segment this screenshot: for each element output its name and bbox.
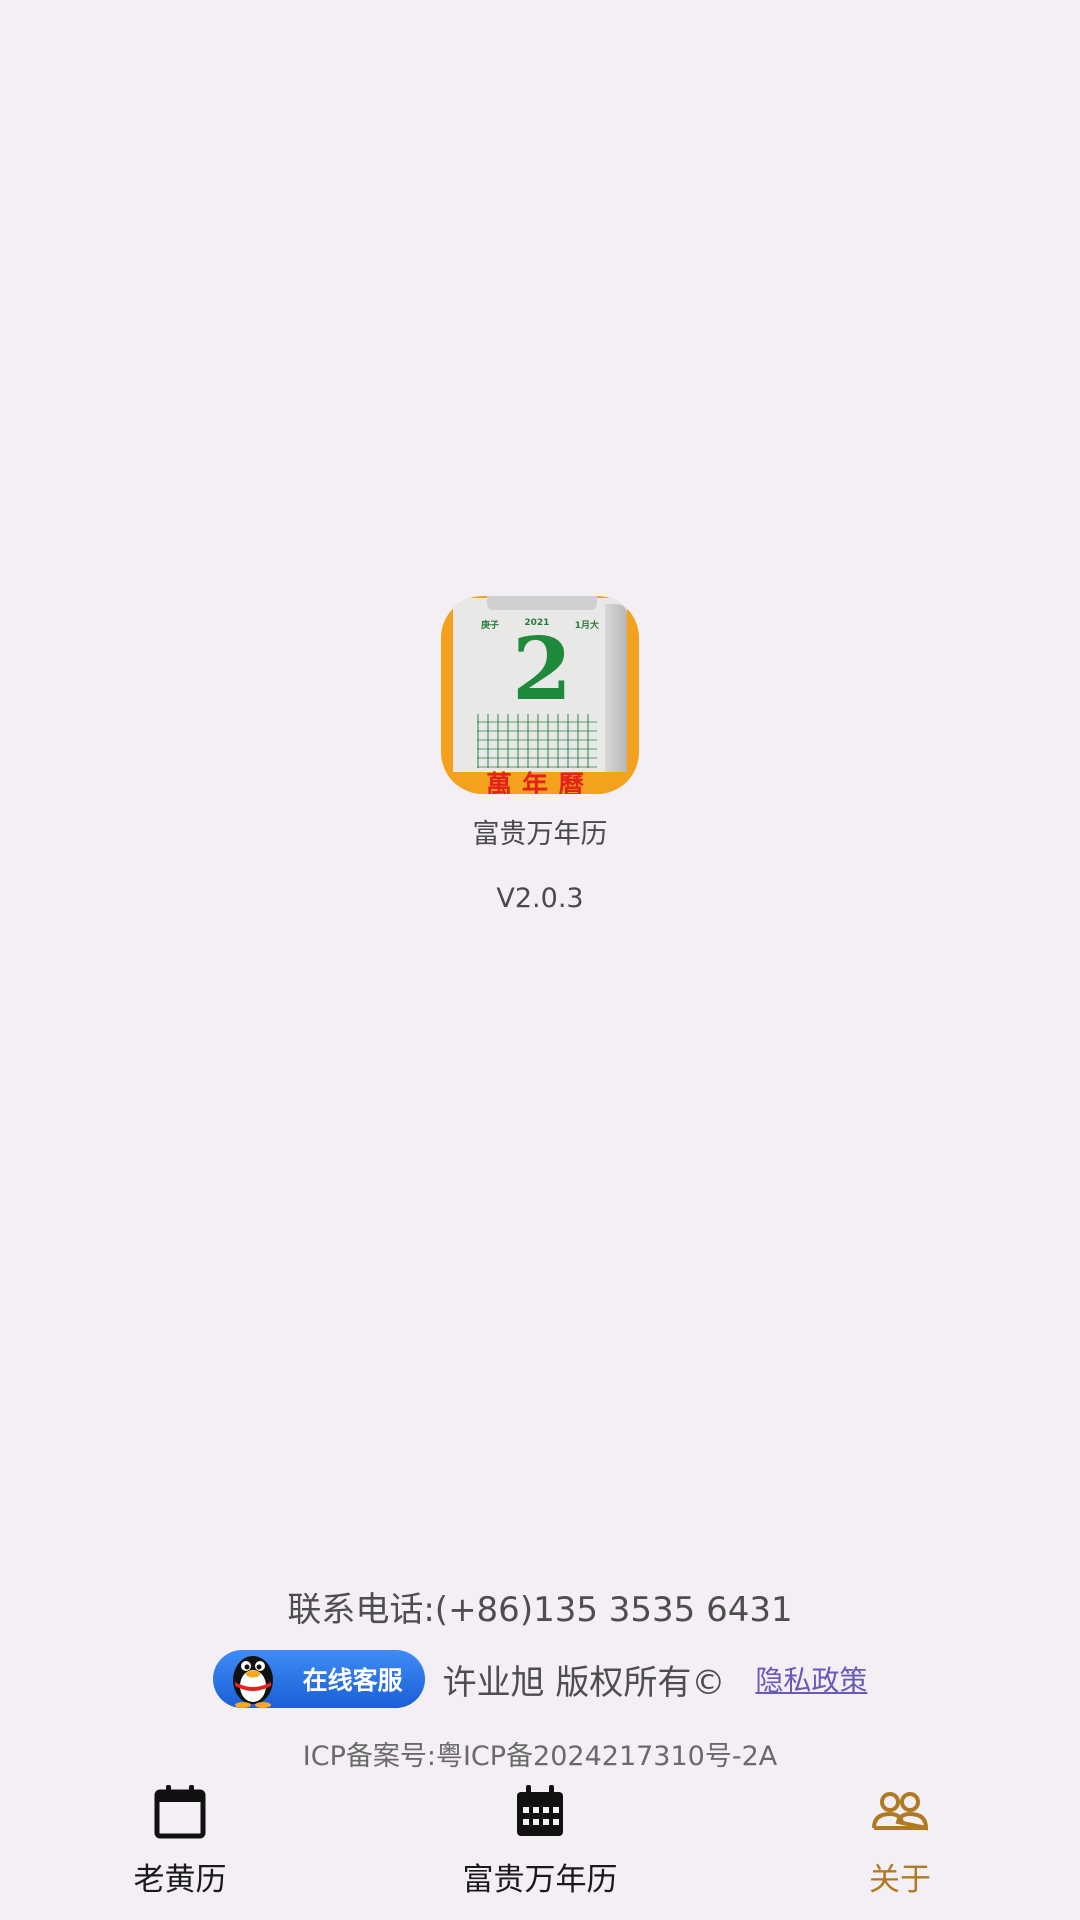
tab-label: 关于 <box>869 1862 931 1898</box>
bottom-nav: 老黄历 富贵万年历 关于 <box>0 1780 1080 1920</box>
tab-about[interactable]: 关于 <box>850 1780 950 1899</box>
tab-label: 老黄历 <box>133 1862 227 1898</box>
calendar-page-curl <box>605 604 627 772</box>
calendar-year-left: 庚子 <box>481 621 500 631</box>
calendar-year-right: 1月大 <box>574 621 599 631</box>
icp-record[interactable]: ICP备案号:粤ICP备2024217310号-2A <box>0 1734 1080 1773</box>
tab-fu-gui-wan-nian-li[interactable]: 富贵万年历 <box>440 1780 640 1899</box>
qq-penguin-icon <box>232 1656 273 1708</box>
app-name: 富贵万年历 <box>472 819 608 850</box>
calendar-grid-icon <box>517 1785 563 1836</box>
calendar-detail-grid <box>477 714 597 768</box>
online-service-label: 在线客服 <box>302 1666 403 1695</box>
online-service-button[interactable]: 在线客服 <box>212 1650 425 1708</box>
calendar-binding <box>487 596 597 610</box>
copyright-text: 许业旭 版权所有© <box>442 1662 726 1703</box>
people-icon <box>872 1792 929 1831</box>
calendar-icon <box>154 1785 206 1839</box>
contact-phone[interactable]: 联系电话:(+86)135 3535 6431 <box>0 1582 1080 1631</box>
copyright-row: 在线客服 许业旭 版权所有© 隐私政策 <box>0 1650 1080 1708</box>
calendar-day-number: 2 <box>512 619 572 720</box>
calendar-bottom-text: 萬年曆 <box>485 771 594 794</box>
privacy-policy-link[interactable]: 隐私政策 <box>755 1659 867 1699</box>
app-logo-icon: 庚子 2021 1月大 2 萬年曆 <box>441 596 639 794</box>
tab-lao-huang-li[interactable]: 老黄历 <box>130 1780 230 1899</box>
app-version: V2.0.3 <box>496 883 584 914</box>
tab-label: 富贵万年历 <box>462 1862 618 1898</box>
app-info: 庚子 2021 1月大 2 萬年曆 富贵万年历 V2.0.3 <box>0 596 1080 914</box>
